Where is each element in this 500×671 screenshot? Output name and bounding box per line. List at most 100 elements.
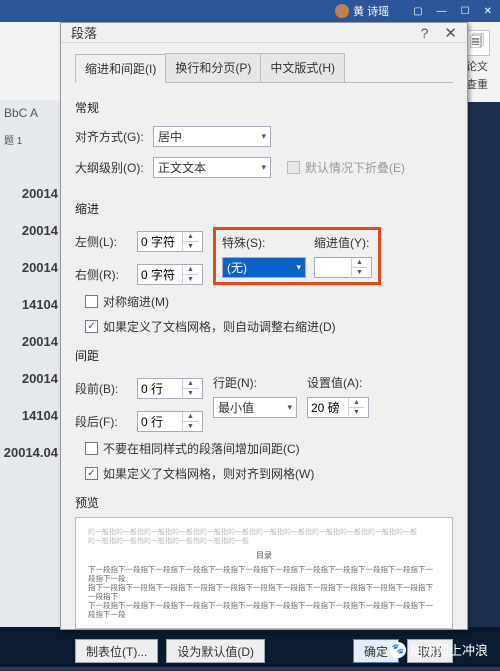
preview-sample-text: 目录 [88, 550, 440, 561]
preview-section: 预览 的一般指的一般指的一般指的一般指的一般指的一般指的一般指的一般指的一般指的… [75, 492, 453, 629]
outline-level-label: 大纲级别(O): [75, 159, 147, 176]
tab-indent-spacing[interactable]: 缩进和间距(I) [75, 54, 166, 83]
document-margin: 20014 20014 20014 14104 20014 20014 1410… [0, 180, 60, 627]
minimize-icon[interactable]: — [437, 6, 447, 17]
tab-chinese-typography[interactable]: 中文版式(H) [260, 53, 345, 82]
doc-num: 20014 [22, 334, 58, 349]
doc-num: 20014 [22, 186, 58, 201]
dialog-tabs: 缩进和间距(I) 换行和分页(P) 中文版式(H) [75, 53, 453, 83]
special-indent-value: (无) [227, 259, 247, 276]
space-after-label: 段后(F): [75, 413, 131, 430]
chevron-down-icon: ▾ [261, 131, 266, 142]
indent-right-label: 右侧(R): [75, 266, 131, 283]
chevron-down-icon: ▾ [261, 162, 266, 173]
collapse-checkbox [287, 161, 300, 174]
special-indent-highlight: 特殊(S): (无) ▾ 缩进值(Y): ▲▼ [213, 227, 381, 285]
spinner-buttons[interactable]: ▲▼ [182, 232, 198, 252]
titlebar: 黄 诗瑶 ▢ — ☐ ✕ [0, 0, 500, 22]
chevron-down-icon: ▾ [296, 262, 301, 273]
collapse-label: 默认情况下折叠(E) [305, 159, 405, 176]
preview-grey-line: 的一般指的一般指的一般指的一般指的一般指的一般 [88, 537, 440, 546]
no-space-same-style-checkbox[interactable] [85, 442, 98, 455]
line-spacing-value: 最小值 [218, 399, 254, 416]
snap-to-grid-label: 如果定义了文档网格，则对齐到网格(W) [103, 465, 314, 482]
style-name: 题 1 [0, 126, 60, 153]
preview-dark-line: 下一段指下一段指下一段指下一段指下一段指下一段指下一段指下一段指下一段指下一段指… [88, 601, 440, 619]
section-indent: 缩进 [75, 200, 453, 217]
space-before-spinner[interactable]: ▲▼ [137, 378, 203, 399]
paragraph-dialog: 段落 ? ✕ 缩进和间距(I) 换行和分页(P) 中文版式(H) 常规 对齐方式… [60, 22, 468, 630]
preview-grey-line: 的一般指的一般指的一般指的一般指的一般指的一般指的一般指的一般指的一般指的一般指… [88, 528, 440, 537]
alignment-value: 居中 [158, 128, 182, 145]
doc-num: 14104 [22, 408, 58, 423]
outline-level-select[interactable]: 正文文本 ▾ [153, 157, 271, 178]
preview-dark-line: 下一段指下一段指下一段指下一段指下一段指下一段指下一段指下一段指下一段指下一段指… [88, 565, 440, 583]
watermark-text: 旭东网上冲浪 [410, 640, 488, 659]
dialog-title: 段落 [71, 23, 97, 42]
ribbon-label: 查重 [466, 76, 488, 92]
close-window-icon[interactable]: ✕ [484, 6, 492, 17]
alignment-select[interactable]: 居中 ▾ [153, 126, 271, 147]
special-indent-label: 特殊(S): [222, 234, 306, 251]
paw-icon: 🐾 [390, 642, 406, 658]
user-badge[interactable]: 黄 诗瑶 [335, 3, 389, 19]
style-sample[interactable]: BbC A [0, 100, 60, 126]
auto-adjust-indent-label: 如果定义了文档网格，则自动调整右缩进(D) [103, 318, 336, 335]
doc-num: 14104 [22, 297, 58, 312]
window-controls: ▢ — ☐ ✕ [413, 6, 492, 17]
indent-left-spinner[interactable]: ▲▼ [137, 231, 203, 252]
spinner-buttons[interactable]: ▲▼ [351, 258, 367, 278]
doc-num: 20014.04 [4, 445, 58, 460]
mirror-indent-checkbox[interactable] [85, 295, 98, 308]
mirror-indent-label: 对称缩进(M) [103, 293, 169, 310]
preview-dark-line: 指下一段指下一段指下一段指下一段指下一段指下一段指下一段指下一段指下一段指下一段… [88, 583, 440, 601]
space-before-input[interactable] [138, 382, 182, 396]
tab-line-page-breaks[interactable]: 换行和分页(P) [165, 53, 261, 82]
spinner-buttons[interactable]: ▲▼ [182, 265, 198, 285]
restore-icon[interactable]: ▢ [413, 6, 422, 17]
line-spacing-at-label: 设置值(A): [307, 374, 369, 391]
snap-to-grid-checkbox[interactable] [85, 467, 98, 480]
indent-by-input[interactable] [315, 261, 351, 275]
outline-level-value: 正文文本 [158, 159, 206, 176]
dialog-titlebar: 段落 ? ✕ [61, 23, 467, 43]
indent-right-spinner[interactable]: ▲▼ [137, 264, 203, 285]
doc-num: 20014 [22, 260, 58, 275]
section-spacing: 间距 [75, 347, 453, 364]
special-indent-select[interactable]: (无) ▾ [222, 257, 306, 278]
indent-right-input[interactable] [138, 268, 182, 282]
line-spacing-at-spinner[interactable]: ▲▼ [307, 397, 369, 418]
ribbon-label: 论文 [466, 58, 488, 74]
line-spacing-label: 行距(N): [213, 374, 297, 391]
line-spacing-select[interactable]: 最小值 ▾ [213, 397, 297, 418]
doc-num: 20014 [22, 371, 58, 386]
avatar [335, 4, 349, 18]
space-before-label: 段前(B): [75, 380, 131, 397]
space-after-input[interactable] [138, 415, 182, 429]
maximize-icon[interactable]: ☐ [461, 6, 470, 17]
indent-left-input[interactable] [138, 235, 182, 249]
section-general: 常规 [75, 99, 453, 116]
no-space-same-style-label: 不要在相同样式的段落间增加间距(C) [103, 440, 300, 457]
indent-by-spinner[interactable]: ▲▼ [314, 257, 372, 278]
set-default-button[interactable]: 设为默认值(D) [166, 639, 265, 663]
watermark: 🐾 旭东网上冲浪 [390, 640, 488, 659]
chevron-down-icon: ▾ [287, 402, 292, 413]
dialog-body: 缩进和间距(I) 换行和分页(P) 中文版式(H) 常规 对齐方式(G): 居中… [61, 43, 467, 671]
preview-box: 的一般指的一般指的一般指的一般指的一般指的一般指的一般指的一般指的一般指的一般指… [75, 517, 453, 629]
user-name: 黄 诗瑶 [353, 3, 389, 19]
spinner-buttons[interactable]: ▲▼ [182, 379, 198, 399]
help-icon[interactable]: ? [421, 25, 429, 41]
indent-by-label: 缩进值(Y): [314, 234, 372, 251]
alignment-label: 对齐方式(G): [75, 128, 147, 145]
spinner-buttons[interactable]: ▲▼ [348, 398, 364, 418]
doc-num: 20014 [22, 223, 58, 238]
preview-label: 预览 [75, 494, 453, 511]
tabs-button[interactable]: 制表位(T)... [75, 639, 158, 663]
line-spacing-at-input[interactable] [308, 401, 348, 415]
spinner-buttons[interactable]: ▲▼ [182, 412, 198, 432]
auto-adjust-indent-checkbox[interactable] [85, 320, 98, 333]
indent-left-label: 左侧(L): [75, 233, 131, 250]
space-after-spinner[interactable]: ▲▼ [137, 411, 203, 432]
close-icon[interactable]: ✕ [444, 24, 457, 42]
